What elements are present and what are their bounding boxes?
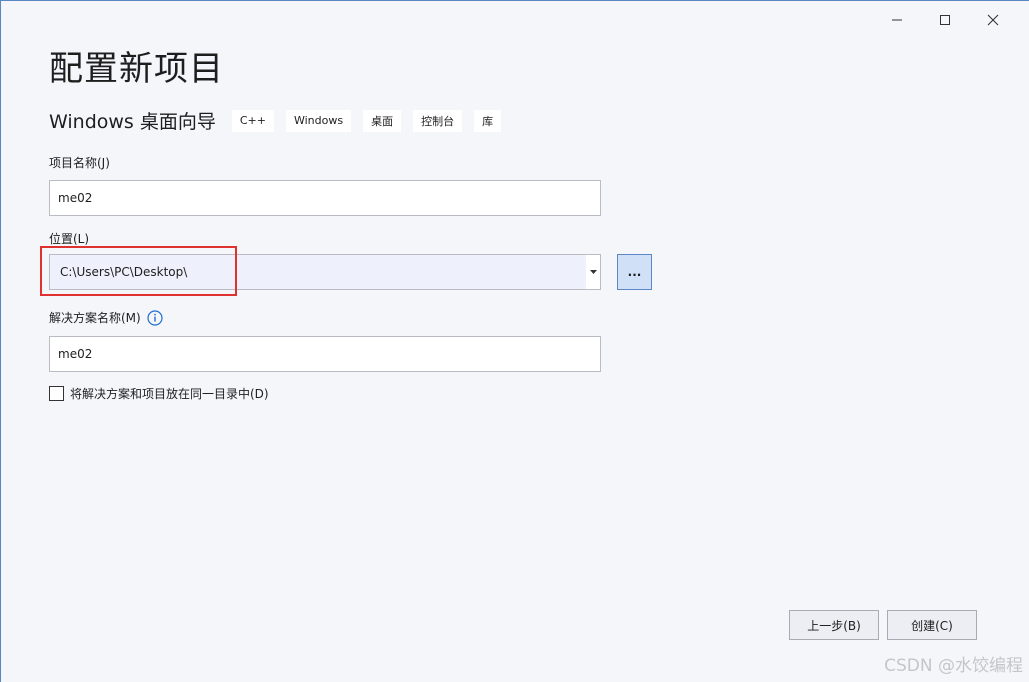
solution-name-label-row: 解决方案名称(M) — [49, 309, 163, 326]
location-label: 位置(L) — [49, 232, 90, 246]
info-icon[interactable] — [147, 309, 163, 326]
dropdown-arrow-button[interactable] — [586, 255, 600, 289]
tag-cpp: C++ — [231, 109, 274, 132]
window-controls — [873, 7, 1017, 33]
solution-name-label: 解决方案名称(M) — [49, 311, 141, 325]
configure-project-window: 配置新项目 Windows 桌面向导 C++ Windows 桌面 控制台 库 … — [0, 0, 1029, 682]
create-button[interactable]: 创建(C) — [887, 610, 977, 640]
tag-windows: Windows — [285, 109, 352, 132]
same-directory-checkbox[interactable] — [49, 386, 64, 401]
close-icon — [987, 14, 999, 26]
same-directory-option[interactable]: 将解决方案和项目放在同一目录中(D) — [49, 385, 269, 402]
tag-console: 控制台 — [413, 109, 463, 132]
project-name-label: 项目名称(J) — [49, 156, 110, 170]
location-value[interactable]: C:\Users\PC\Desktop\ — [50, 265, 586, 279]
tag-library: 库 — [474, 109, 502, 132]
back-button[interactable]: 上一步(B) — [789, 610, 879, 640]
chevron-down-icon — [589, 270, 597, 274]
template-info-row: Windows 桌面向导 C++ Windows 桌面 控制台 库 — [49, 107, 513, 134]
location-combobox[interactable]: C:\Users\PC\Desktop\ — [49, 254, 601, 290]
maximize-button[interactable] — [921, 7, 969, 33]
minimize-icon — [892, 19, 902, 21]
browse-button[interactable]: ... — [617, 254, 652, 290]
close-button[interactable] — [969, 7, 1017, 33]
solution-name-input[interactable] — [49, 336, 601, 372]
minimize-button[interactable] — [873, 7, 921, 33]
watermark: CSDN @水饺编程 — [884, 656, 1023, 676]
project-name-input[interactable] — [49, 180, 601, 216]
tag-desktop: 桌面 — [363, 109, 402, 132]
template-name: Windows 桌面向导 — [49, 111, 216, 133]
same-directory-label: 将解决方案和项目放在同一目录中(D) — [70, 387, 269, 401]
maximize-icon — [940, 15, 950, 25]
page-title: 配置新项目 — [49, 49, 224, 89]
